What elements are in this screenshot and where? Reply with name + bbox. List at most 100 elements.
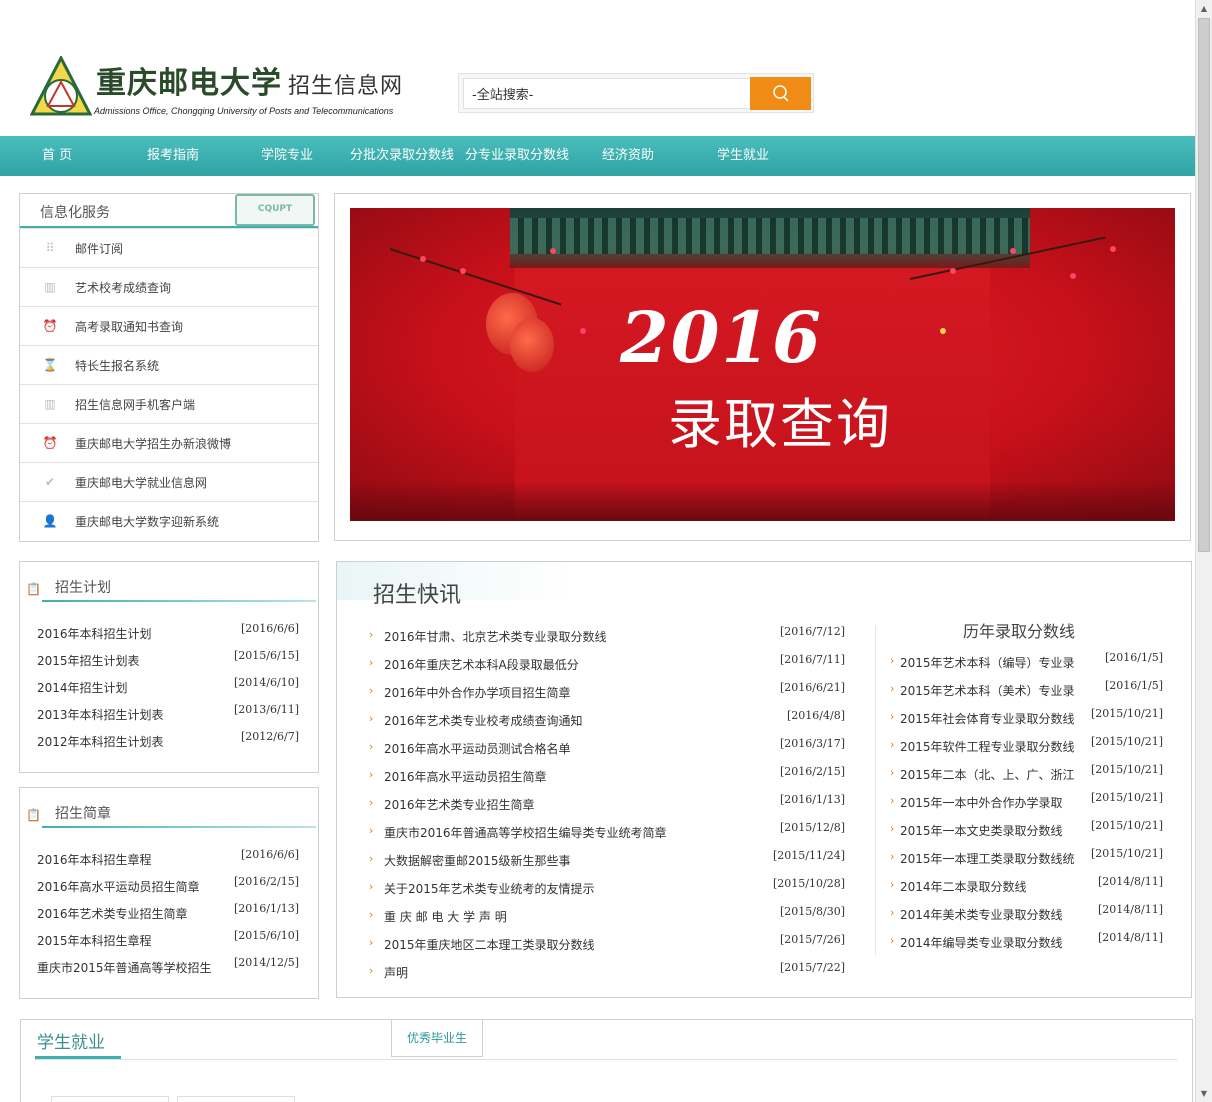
service-weibo[interactable]: ⏰ 重庆邮电大学招生办新浪微博 <box>20 423 318 462</box>
check-icon: ✔ <box>44 475 56 489</box>
employment-title: 学生就业 <box>37 1033 105 1053</box>
employment-card[interactable] <box>51 1096 169 1102</box>
news-item[interactable]: › 2016年高水平运动员招生简章 [2016/2/15] <box>369 765 845 788</box>
news-item[interactable]: › 2016年中外合作办学项目招生简章 [2016/6/21] <box>369 681 845 704</box>
search-button[interactable] <box>750 77 811 110</box>
search-input[interactable] <box>463 78 751 109</box>
site-logo[interactable]: 重庆邮电大学 招生信息网 Admissions Office, Chongqing… <box>30 56 425 120</box>
nav-employment[interactable]: 学生就业 <box>717 136 769 176</box>
list-item[interactable]: 2016年本科招生章程 [2016/6/6] <box>37 848 299 871</box>
list-item[interactable]: 2012年本科招生计划表 [2012/6/7] <box>37 730 299 753</box>
banner-image[interactable]: 2016 录取查询 <box>350 208 1175 521</box>
service-label: 重庆邮电大学就业信息网 <box>75 476 208 490</box>
news-item[interactable]: › 重庆市2016年普通高等学校招生编导类专业统考简章 [2015/12/8] <box>369 821 845 844</box>
nav-home[interactable]: 首 页 <box>42 136 72 176</box>
arrow-icon: › <box>890 794 895 807</box>
clipboard-icon: 📋 <box>26 808 41 822</box>
service-admission-notice[interactable]: ⏰ 高考录取通知书查询 <box>20 306 318 345</box>
arrow-icon: › <box>369 936 374 949</box>
services-title: 信息化服务 <box>40 205 110 221</box>
main-nav: 首 页 报考指南 学院专业 分批次录取分数线 分专业录取分数线 经济资助 学生就… <box>0 136 1196 176</box>
history-item[interactable]: › 2015年艺术本科（编导）专业录 [2016/1/5] <box>890 651 1163 674</box>
list-item[interactable]: 2016年本科招生计划 [2016/6/6] <box>37 622 299 645</box>
brochure-title: 招生简章 <box>55 806 111 822</box>
arrow-icon: › <box>369 656 374 669</box>
news-item[interactable]: › 关于2015年艺术类专业统考的友情提示 [2015/10/28] <box>369 877 845 900</box>
list-item[interactable]: 2013年本科招生计划表 [2013/6/11] <box>37 703 299 726</box>
scroll-down-arrow-icon[interactable]: ▼ <box>1196 1085 1212 1102</box>
service-label: 艺术校考成绩查询 <box>75 281 172 295</box>
nav-financial-aid[interactable]: 经济资助 <box>602 136 654 176</box>
arrow-icon: › <box>369 712 374 725</box>
search-icon <box>773 85 789 102</box>
history-item[interactable]: › 2015年社会体育专业录取分数线 [2015/10/21] <box>890 707 1163 730</box>
list-item[interactable]: 2016年艺术类专业招生简章 [2016/1/13] <box>37 902 299 925</box>
service-mail-subscribe[interactable]: ⠿ 邮件订阅 <box>20 228 318 267</box>
list-item[interactable]: 重庆市2015年普通高等学校招生 [2014/12/5] <box>37 956 299 979</box>
nav-majors[interactable]: 学院专业 <box>261 136 313 176</box>
service-art-exam-score[interactable]: ▥ 艺术校考成绩查询 <box>20 267 318 306</box>
news-item[interactable]: › 大数据解密重邮2015级新生那些事 [2015/11/24] <box>369 849 845 872</box>
news-item[interactable]: › 2016年高水平运动员测试合格名单 [2016/3/17] <box>369 737 845 760</box>
history-item[interactable]: › 2015年软件工程专业录取分数线 [2015/10/21] <box>890 735 1163 758</box>
alarm-icon: ⏰ <box>42 436 58 450</box>
book-icon: ▥ <box>44 280 56 294</box>
banner-text: 录取查询 <box>668 393 892 456</box>
arrow-icon: › <box>369 684 374 697</box>
news-title: 招生快讯 <box>373 583 462 608</box>
arrow-icon: › <box>890 766 895 779</box>
news-item[interactable]: › 重 庆 邮 电 大 学 声 明 [2015/8/30] <box>369 905 845 928</box>
list-item[interactable]: 2015年本科招生章程 [2015/6/10] <box>37 929 299 952</box>
news-item[interactable]: › 声明 [2015/7/22] <box>369 961 845 984</box>
search-box <box>458 73 814 113</box>
arrow-icon: › <box>369 964 374 977</box>
scroll-up-arrow-icon[interactable]: ▲ <box>1196 0 1212 17</box>
history-item[interactable]: › 2015年一本文史类录取分数线 [2015/10/21] <box>890 819 1163 842</box>
plan-panel: 📋 招生计划 2016年本科招生计划 [2016/6/6] 2015年招生计划表[… <box>19 561 319 773</box>
brochure-panel: 📋 招生简章 2016年本科招生章程 [2016/6/6] 2016年高水平运动员… <box>19 787 319 999</box>
vertical-scrollbar[interactable]: ▲ ▼ <box>1195 0 1212 1102</box>
history-item[interactable]: › 2015年一本理工类录取分数线统 [2015/10/21] <box>890 847 1163 870</box>
lantern-icon <box>510 318 554 372</box>
employment-panel: 学生就业 优秀毕业生 <box>20 1019 1193 1102</box>
news-item[interactable]: › 2016年甘肃、北京艺术类专业录取分数线 [2016/7/12] <box>369 625 845 648</box>
service-talent-registration[interactable]: ⌛ 特长生报名系统 <box>20 345 318 384</box>
arrow-icon: › <box>369 908 374 921</box>
arrow-icon: › <box>369 852 374 865</box>
nav-major-scores[interactable]: 分专业录取分数线 <box>465 136 569 176</box>
news-item[interactable]: › 2016年重庆艺术本科A段录取最低分 [2016/7/11] <box>369 653 845 676</box>
university-emblem-icon <box>30 56 92 116</box>
history-item[interactable]: › 2014年二本录取分数线 [2014/8/11] <box>890 875 1163 898</box>
news-item[interactable]: › 2016年艺术类专业校考成绩查询通知 [2016/4/8] <box>369 709 845 732</box>
history-item[interactable]: › 2015年二本（北、上、广、浙江 [2015/10/21] <box>890 763 1163 786</box>
logo-title: 重庆邮电大学 招生信息网 <box>96 58 403 102</box>
clipboard-icon: 📋 <box>26 582 41 596</box>
page: 重庆邮电大学 招生信息网 Admissions Office, Chongqing… <box>0 0 1212 1102</box>
arrow-icon: › <box>890 738 895 751</box>
service-digital-welcome[interactable]: 👤 重庆邮电大学数字迎新系统 <box>20 501 318 540</box>
nav-guide[interactable]: 报考指南 <box>147 136 199 176</box>
history-item[interactable]: › 2014年编导类专业录取分数线 [2014/8/11] <box>890 931 1163 954</box>
service-mobile-client[interactable]: ▥ 招生信息网手机客户端 <box>20 384 318 423</box>
service-label: 重庆邮电大学数字迎新系统 <box>75 515 220 529</box>
history-item[interactable]: › 2015年一本中外合作办学录取 [2015/10/21] <box>890 791 1163 814</box>
tab-outstanding-graduates[interactable]: 优秀毕业生 <box>391 1020 483 1057</box>
list-item[interactable]: 2016年高水平运动员招生简章 [2016/2/15] <box>37 875 299 898</box>
service-employment-site[interactable]: ✔ 重庆邮电大学就业信息网 <box>20 462 318 501</box>
news-item[interactable]: › 2016年艺术类专业招生简章 [2016/1/13] <box>369 793 845 816</box>
list-item[interactable]: 2015年招生计划表 [2015/6/15] <box>37 649 299 672</box>
banner-year: 2016 <box>620 296 823 379</box>
news-panel: 招生快讯 › 2016年甘肃、北京艺术类专业录取分数线 [2016/7/12] › 2… <box>336 561 1192 998</box>
history-item[interactable]: › 2015年艺术本科（美术）专业录 [2016/1/5] <box>890 679 1163 702</box>
news-item[interactable]: › 2015年重庆地区二本理工类录取分数线 [2015/7/26] <box>369 933 845 956</box>
scrollbar-thumb[interactable] <box>1198 18 1210 552</box>
site-name: 招生信息网 <box>288 74 404 99</box>
banner-wave <box>350 481 1175 521</box>
hourglass-icon: ⌛ <box>42 358 58 372</box>
employment-card[interactable] <box>177 1096 295 1102</box>
history-item[interactable]: › 2014年美术类专业录取分数线 [2014/8/11] <box>890 903 1163 926</box>
nav-batch-scores[interactable]: 分批次录取分数线 <box>350 136 454 176</box>
service-label: 邮件订阅 <box>75 242 124 256</box>
brochure-underline <box>42 826 316 828</box>
list-item[interactable]: 2014年招生计划 [2014/6/10] <box>37 676 299 699</box>
